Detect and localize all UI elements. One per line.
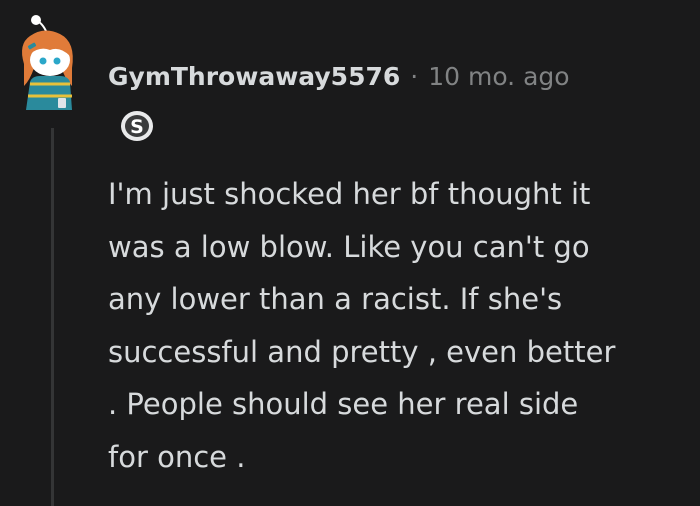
comment-body: I'm just shocked her bf thought it was a… bbox=[108, 177, 616, 474]
snoo-avatar-icon bbox=[22, 15, 73, 110]
flair-letter: S bbox=[130, 116, 144, 138]
comment-timestamp[interactable]: 10 mo. ago bbox=[428, 62, 569, 91]
s-badge-icon: S bbox=[121, 111, 153, 141]
comment-username[interactable]: GymThrowaway5576 bbox=[108, 62, 400, 91]
comment: GymThrowaway5576 · 10 mo. ago S I'm just… bbox=[0, 0, 700, 506]
thread-collapse-line[interactable] bbox=[51, 128, 54, 506]
user-avatar[interactable] bbox=[14, 14, 84, 112]
user-flair: S bbox=[119, 109, 155, 143]
comment-header: GymThrowaway5576 · 10 mo. ago bbox=[108, 58, 570, 94]
meta-separator: · bbox=[410, 61, 419, 91]
